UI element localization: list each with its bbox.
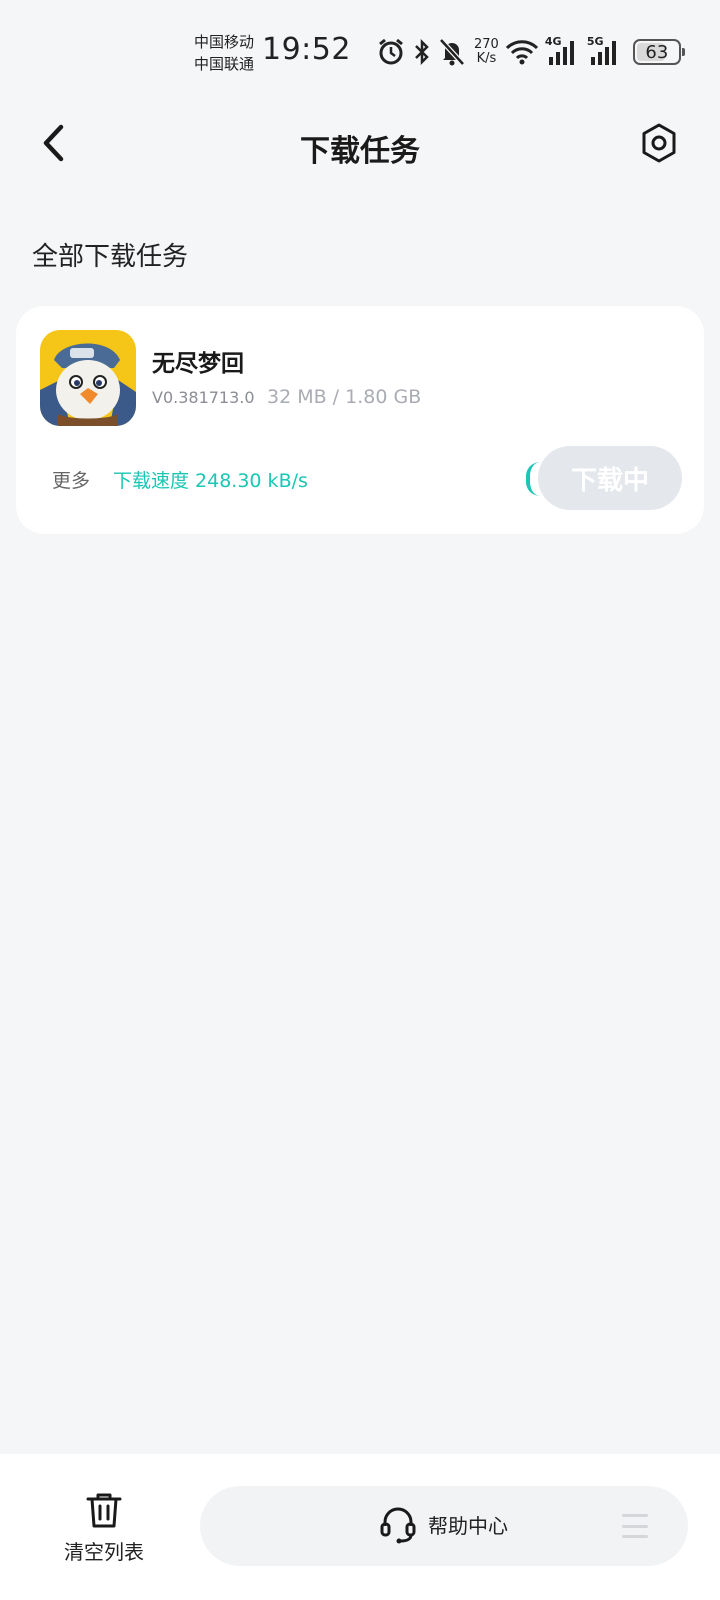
download-speed: 下载速度 248.30 kB/s	[113, 470, 308, 492]
section-title: 全部下载任务	[32, 242, 189, 272]
alarm-icon	[376, 37, 406, 67]
battery-icon: 63	[632, 39, 685, 65]
carrier-2: 中国联通	[194, 55, 255, 73]
mute-bell-icon	[438, 37, 466, 67]
headset-icon	[380, 1507, 416, 1544]
carrier-labels: 中国移动 中国联通	[194, 31, 254, 75]
menu-lines-icon	[622, 1514, 648, 1538]
clear-list-button[interactable]: 清空列表	[54, 1490, 154, 1565]
app-icon[interactable]	[40, 330, 136, 426]
status-clock: 19:52	[262, 32, 351, 67]
bottom-bar: 清空列表 帮助中心	[0, 1454, 720, 1600]
download-size-progress: 32 MB / 1.80 GB	[267, 386, 422, 408]
wifi-icon	[505, 37, 539, 67]
app-name: 无尽梦回	[152, 351, 244, 377]
carrier-1: 中国移动	[194, 33, 255, 51]
signal-5g-icon: 5G	[587, 35, 623, 67]
trash-icon	[86, 1493, 122, 1528]
help-center-button[interactable]: 帮助中心	[200, 1486, 688, 1566]
more-button[interactable]: 更多	[52, 466, 90, 493]
clear-list-label: 清空列表	[64, 1540, 144, 1564]
help-center-label: 帮助中心	[428, 1513, 508, 1538]
signal-4g-icon: 4G	[545, 35, 581, 67]
header: 下载任务	[0, 100, 720, 192]
battery-level: 63	[645, 41, 669, 63]
status-icons: 270 K/s 4G 5G 63	[376, 34, 685, 70]
settings-hexagon-icon	[642, 123, 676, 163]
bluetooth-icon	[412, 37, 432, 67]
download-task-card: 无尽梦回 V0.381713.0 32 MB / 1.80 GB 更多 下载速度…	[16, 306, 704, 534]
downloading-button[interactable]: 下载中	[538, 446, 682, 510]
settings-button[interactable]	[636, 120, 682, 166]
page-title: 下载任务	[300, 134, 420, 169]
app-version: V0.381713.0	[152, 388, 255, 407]
network-speed: 270 K/s	[474, 37, 499, 66]
status-bar: 中国移动 中国联通 19:52 270 K/s 4G 5G 63	[0, 0, 720, 100]
